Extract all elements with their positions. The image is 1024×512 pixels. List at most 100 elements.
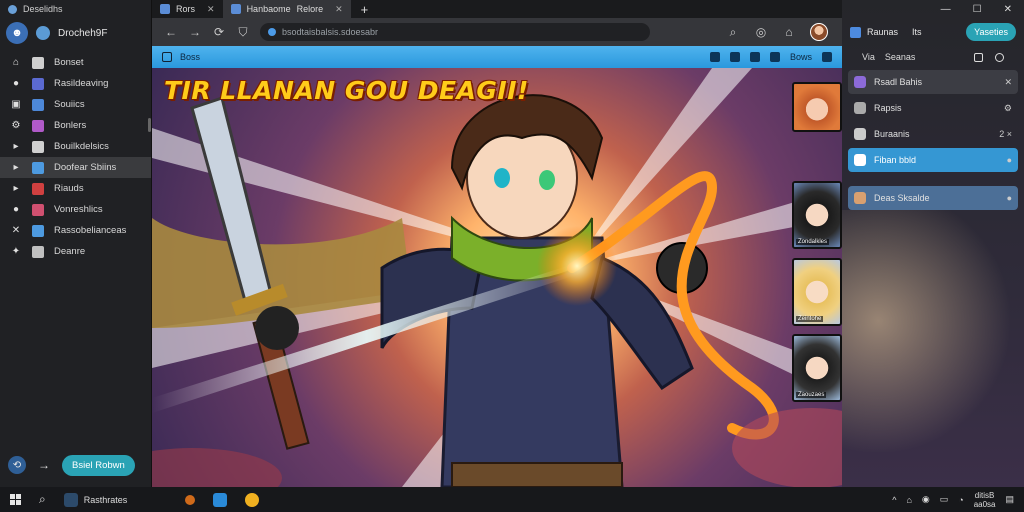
bookmark-icon[interactable] (769, 52, 780, 62)
share-icon[interactable]: ⟲ (8, 456, 26, 474)
clock-date: aa0sa (973, 499, 996, 509)
sidebar-item-glyph-icon: ▸ (13, 162, 19, 173)
layout-icon[interactable] (974, 52, 983, 62)
sidebar-profile[interactable]: ☻ Drocheh9F (0, 18, 151, 48)
sidebar-item[interactable]: ● Vonreshlics (0, 199, 151, 220)
home-icon[interactable]: ⌂ (782, 25, 796, 39)
character-portrait (794, 260, 840, 324)
panel-subheader: Via Seanas (842, 46, 1024, 68)
close-tab-icon[interactable]: ✕ (335, 4, 343, 15)
panel-item-action-icon[interactable]: ✕ (1004, 77, 1012, 88)
shield-icon[interactable]: ⛉ (236, 25, 250, 40)
panel-list-item[interactable]: Buraanis 2 × (848, 122, 1018, 146)
panel-item-action-icon[interactable]: ● (1007, 193, 1012, 203)
menu-icon[interactable] (162, 52, 172, 62)
extension-icon[interactable]: ◎ (754, 25, 768, 39)
panel-list-item[interactable]: Fiban bbld ● (848, 148, 1018, 172)
sidebar-item[interactable]: ⌂ Bonset (0, 52, 151, 73)
sidebar-action-button[interactable]: Bsiel Robwn (62, 454, 135, 476)
app-window-icon[interactable] (63, 492, 78, 507)
sidebar-item-label: Rassobelianceas (54, 225, 127, 236)
thumb-caption: Zondalkles (796, 239, 830, 245)
tab-2[interactable]: Hanbaome Relore ✕ (222, 0, 351, 18)
profile-avatar-icon[interactable] (810, 23, 828, 41)
minimize-icon[interactable]: — (941, 4, 951, 15)
tab-label: Hanbaome (246, 4, 291, 14)
panel-header: Raunas Its Yaseties (842, 18, 1024, 46)
battery-icon[interactable]: ▭ (940, 494, 949, 505)
profile-name: Drocheh9F (58, 27, 108, 39)
panel-item-action-icon[interactable]: ⚙ (1004, 103, 1012, 114)
tab-1[interactable]: Rors ✕ (152, 0, 223, 18)
search-icon[interactable]: ⌕ (39, 492, 46, 507)
panel-item-icon (854, 102, 866, 114)
sidebar-item-app-icon (32, 161, 44, 174)
browser-app-icon[interactable] (185, 494, 196, 505)
character-thumb-3[interactable]: Zeintohe (792, 258, 842, 326)
panel-sub-icons (974, 52, 1004, 62)
sidebar-item[interactable]: ▸ Doofear Sbiins (0, 157, 151, 178)
grid-icon[interactable] (729, 52, 740, 62)
character-portrait (794, 183, 840, 247)
network-icon[interactable]: ⌂ (906, 495, 911, 505)
panel-item-label: Buraanis (874, 129, 910, 139)
panel-list-item[interactable]: Deas Sksalde ● (848, 186, 1018, 210)
more-icon[interactable] (822, 52, 832, 62)
sidebar-item[interactable]: ✕ Rassobelianceas (0, 220, 151, 241)
artwork-illustration (152, 68, 842, 487)
tab-label-secondary: Relore (296, 4, 324, 14)
sidebar-item-label: Doofear Sbiins (54, 162, 117, 173)
sidebar-item-app-icon (32, 77, 44, 90)
sidebar-item[interactable]: ▣ Souiics (0, 94, 151, 115)
chevron-up-icon[interactable]: ^ (892, 495, 896, 505)
character-thumb-2[interactable]: Zondalkles (792, 181, 842, 249)
sidebar-scrollbar[interactable] (148, 118, 151, 132)
sidebar-item-app-icon (32, 140, 44, 153)
arrow-right-icon[interactable]: → (38, 458, 50, 472)
wifi-icon[interactable]: ◔ (958, 495, 963, 505)
sidebar-item-label: Bouilkdelsics (54, 141, 109, 152)
sidebar-item[interactable]: ⚙ Bonlers (0, 115, 151, 136)
close-icon[interactable]: ✕ (1004, 4, 1012, 15)
image-icon[interactable] (749, 52, 760, 62)
sidebar-item[interactable]: ▸ Riauds (0, 178, 151, 199)
close-tab-icon[interactable]: ✕ (207, 4, 215, 15)
search-icon[interactable]: ⌕ (726, 25, 740, 40)
window-controls: — ☐ ✕ (842, 0, 1024, 18)
panel-list-item[interactable]: Rsadl Bahis ✕ (848, 70, 1018, 94)
sidebar-item[interactable]: ● Rasildeaving (0, 73, 151, 94)
panel-item-action-icon[interactable]: ● (1007, 155, 1012, 165)
notification-icon[interactable]: ▤ (1005, 494, 1014, 505)
new-tab-button[interactable]: + (351, 0, 379, 18)
maximize-icon[interactable]: ☐ (973, 4, 982, 15)
panel-list-item[interactable]: Rapsis ⚙ (848, 96, 1018, 120)
panel-action-button[interactable]: Yaseties (966, 23, 1016, 41)
sidebar-item[interactable]: ✦ Deanre (0, 241, 151, 262)
shield-icon[interactable] (995, 52, 1004, 62)
panel-sub-label: Seanas (884, 52, 916, 62)
page-header-right-label[interactable]: Bows (790, 52, 812, 62)
sidebar-item[interactable]: ▸ Bouilkdelsics (0, 136, 151, 157)
reload-icon[interactable]: ⟳ (212, 25, 226, 39)
panel-item-label: Deas Sksalde (874, 193, 930, 203)
character-thumb-1[interactable] (792, 82, 842, 132)
sidebar-item-label: Bonset (54, 57, 84, 68)
volume-icon[interactable]: ◉ (922, 494, 930, 505)
left-fist (255, 306, 299, 350)
tab-strip: Rors ✕ Hanbaome Relore ✕ + (152, 0, 842, 18)
back-icon[interactable]: ← (164, 25, 178, 39)
panel-item-action-icon[interactable]: 2 × (999, 129, 1012, 139)
sidebar-item-glyph-icon: ● (12, 78, 20, 89)
settings-icon[interactable] (709, 52, 720, 62)
mail-app-icon[interactable] (213, 492, 228, 507)
forward-icon[interactable]: → (188, 25, 202, 39)
system-clock[interactable]: ditisB aa0sa (974, 491, 996, 509)
panel-background-glow (842, 210, 1024, 487)
chrome-app-icon[interactable] (245, 492, 260, 507)
user-avatar-icon[interactable]: ☻ (6, 22, 28, 44)
sidebar-item-glyph-icon: ▣ (11, 99, 21, 110)
windows-start-icon[interactable] (10, 494, 21, 505)
address-bar[interactable]: bsodtaisbalsis.sdoesabr (260, 23, 650, 41)
character-thumb-4[interactable]: Zaouzaes (792, 334, 842, 402)
taskbar-app-label[interactable]: Rasthrates (84, 495, 128, 505)
